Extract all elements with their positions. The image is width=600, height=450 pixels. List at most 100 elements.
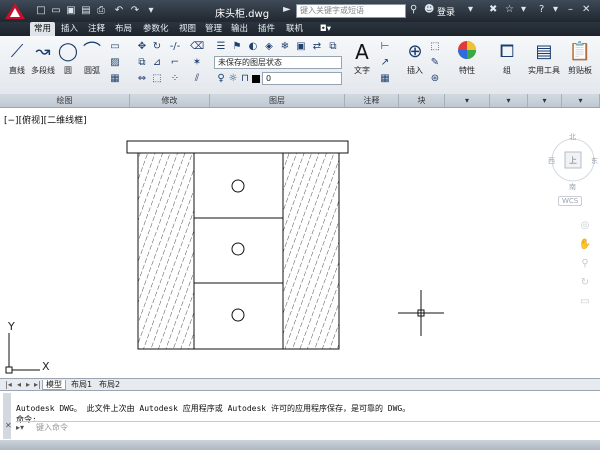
help-icon[interactable]: ? bbox=[539, 4, 544, 15]
viewcube-east[interactable]: 东 bbox=[591, 156, 598, 166]
steering-wheel-icon[interactable]: ◎ bbox=[578, 220, 592, 234]
panel-modify[interactable]: 修改 bbox=[130, 94, 210, 107]
command-input[interactable]: 键入命令 bbox=[16, 421, 600, 433]
properties-tool[interactable]: 特性 bbox=[452, 39, 482, 76]
qat-dropdown-icon[interactable]: ▾ bbox=[144, 4, 158, 17]
copy-icon[interactable]: ⧉ bbox=[135, 56, 149, 70]
minimize-icon[interactable]: – bbox=[568, 4, 573, 15]
multileader-icon[interactable]: ↗ bbox=[378, 56, 392, 70]
ribbon-display-toggle-icon[interactable]: ◘▾ bbox=[316, 22, 335, 36]
layer-lock-icon[interactable]: ▣ bbox=[294, 40, 308, 54]
group-tool[interactable]: ⧠ 组 bbox=[493, 39, 521, 76]
user-icon[interactable]: ☻ bbox=[424, 4, 434, 15]
offset-icon[interactable]: ⫽ bbox=[190, 72, 204, 86]
tab-parametric[interactable]: 参数化 bbox=[139, 22, 173, 36]
viewport-controls-label[interactable]: [−][俯视][二维线框] bbox=[4, 113, 87, 126]
layer-match-icon[interactable]: ⇄ bbox=[310, 40, 324, 54]
panel-groups-expander[interactable]: ▾ bbox=[490, 94, 528, 107]
tab-layout2[interactable]: 布局2 bbox=[96, 380, 123, 390]
panel-utilities-expander[interactable]: ▾ bbox=[528, 94, 562, 107]
scale-icon[interactable]: ⬚ bbox=[150, 72, 164, 86]
dimension-icon[interactable]: ⊢ bbox=[378, 40, 392, 54]
layer-isolate-icon[interactable]: ◈ bbox=[262, 40, 276, 54]
help-dropdown-icon-2[interactable]: ▾ bbox=[553, 4, 558, 15]
stretch-icon[interactable]: ⇔ bbox=[135, 72, 149, 86]
utilities-tool[interactable]: ▤ 实用工具 bbox=[527, 39, 561, 76]
layer-state-icon[interactable]: ⚑ bbox=[230, 40, 244, 54]
arc-tool[interactable]: ⌒ 圆弧 bbox=[78, 39, 106, 76]
star-icon[interactable]: ☆ bbox=[505, 4, 514, 15]
panel-properties-expander[interactable]: ▾ bbox=[445, 94, 490, 107]
application-menu-button[interactable] bbox=[2, 1, 28, 21]
layer-properties-icon[interactable]: ☰ bbox=[214, 40, 228, 54]
drawing-canvas[interactable] bbox=[0, 108, 600, 378]
panel-annotation[interactable]: 注释 bbox=[345, 94, 399, 107]
open-file-icon[interactable]: ▭ bbox=[49, 4, 63, 17]
explode-icon[interactable]: ✶ bbox=[190, 56, 204, 70]
rectangle-icon[interactable]: ▭ bbox=[108, 40, 122, 54]
zoom-icon[interactable]: ⚲ bbox=[578, 258, 592, 272]
redo-icon[interactable]: ↷ bbox=[128, 4, 142, 17]
close-icon[interactable]: ✕ bbox=[582, 4, 590, 15]
block-attribute-icon[interactable]: ⊛ bbox=[428, 72, 442, 86]
pan-icon[interactable]: ✋ bbox=[578, 239, 592, 253]
undo-icon[interactable]: ↶ bbox=[112, 4, 126, 17]
edit-block-icon[interactable]: ✎ bbox=[428, 56, 442, 70]
tab-layout1[interactable]: 布局1 bbox=[68, 380, 95, 390]
tab-output[interactable]: 输出 bbox=[227, 22, 252, 36]
tab-insert[interactable]: 插入 bbox=[57, 22, 82, 36]
create-block-icon[interactable]: ⬚ bbox=[428, 40, 442, 54]
login-dropdown-icon[interactable]: ▾ bbox=[468, 4, 473, 15]
command-close-icon[interactable]: ✕ bbox=[5, 421, 12, 430]
line-tool[interactable]: ⟋ 直线 bbox=[3, 39, 31, 76]
tab-annotate[interactable]: 注释 bbox=[84, 22, 109, 36]
tab-home[interactable]: 常用 bbox=[30, 22, 56, 36]
viewcube-west[interactable]: 西 bbox=[548, 156, 555, 166]
new-file-icon[interactable]: □ bbox=[34, 4, 48, 17]
search-icon[interactable]: ⚲ bbox=[410, 4, 417, 15]
fillet-icon[interactable]: ⌐ bbox=[168, 56, 182, 70]
table-icon[interactable]: ▦ bbox=[378, 72, 392, 86]
layer-freeze-icon[interactable]: ❄ bbox=[278, 40, 292, 54]
orbit-icon[interactable]: ↻ bbox=[578, 277, 592, 291]
hatch-icon[interactable]: ▨ bbox=[108, 56, 122, 70]
current-layer-dropdown[interactable]: 0 bbox=[262, 72, 342, 85]
mirror-icon[interactable]: ⊿ bbox=[150, 56, 164, 70]
search-input[interactable]: 键入关键字或短语 bbox=[296, 4, 406, 18]
tab-plugins[interactable]: 插件 bbox=[254, 22, 279, 36]
layer-copy-icon[interactable]: ⧉ bbox=[326, 40, 340, 54]
trim-icon[interactable]: -/- bbox=[168, 40, 182, 54]
erase-icon[interactable]: ⌫ bbox=[190, 40, 204, 54]
command-prompt-icon[interactable]: ▸▾ bbox=[16, 423, 24, 432]
plot-icon[interactable]: ⎙ bbox=[94, 4, 108, 17]
insert-tool[interactable]: ⊕ 插入 bbox=[401, 39, 429, 76]
array-icon[interactable]: ⁘ bbox=[168, 72, 182, 86]
text-tool[interactable]: A 文字 bbox=[348, 39, 376, 76]
gradient-icon[interactable]: ▦ bbox=[108, 72, 122, 86]
tab-layout[interactable]: 布局 bbox=[111, 22, 136, 36]
move-icon[interactable]: ✥ bbox=[135, 40, 149, 54]
panel-layers[interactable]: 图层 bbox=[210, 94, 345, 107]
panel-clipboard-expander[interactable]: ▾ bbox=[562, 94, 600, 107]
layer-off-icon[interactable]: ◐ bbox=[246, 40, 260, 54]
viewcube-south[interactable]: 南 bbox=[569, 182, 576, 192]
search-expand-icon[interactable]: ► bbox=[283, 4, 291, 15]
tab-view[interactable]: 视图 bbox=[175, 22, 200, 36]
polyline-tool[interactable]: ↝ 多段线 bbox=[29, 39, 57, 76]
clipboard-tool[interactable]: 📋 剪贴板 bbox=[563, 39, 597, 76]
showmotion-icon[interactable]: ▭ bbox=[578, 296, 592, 310]
save-icon[interactable]: ▣ bbox=[64, 4, 78, 17]
viewcube-top-face[interactable]: 上 bbox=[569, 155, 577, 166]
viewcube-north[interactable]: 北 bbox=[569, 132, 576, 142]
login-button[interactable]: 登录 bbox=[437, 5, 455, 18]
layer-state-dropdown[interactable]: 未保存的图层状态 bbox=[214, 56, 342, 69]
save-as-icon[interactable]: ▤ bbox=[79, 4, 93, 17]
tab-nav-first-icon[interactable]: |◂ bbox=[2, 380, 15, 390]
tab-manage[interactable]: 管理 bbox=[201, 22, 226, 36]
panel-draw[interactable]: 绘图 bbox=[0, 94, 130, 107]
rotate-icon[interactable]: ↻ bbox=[150, 40, 164, 54]
tab-online[interactable]: 联机 bbox=[282, 22, 307, 36]
help-dropdown-icon[interactable]: ▾ bbox=[521, 4, 526, 15]
tab-model[interactable]: 模型 bbox=[42, 380, 66, 390]
wcs-menu[interactable]: WCS bbox=[558, 196, 583, 206]
